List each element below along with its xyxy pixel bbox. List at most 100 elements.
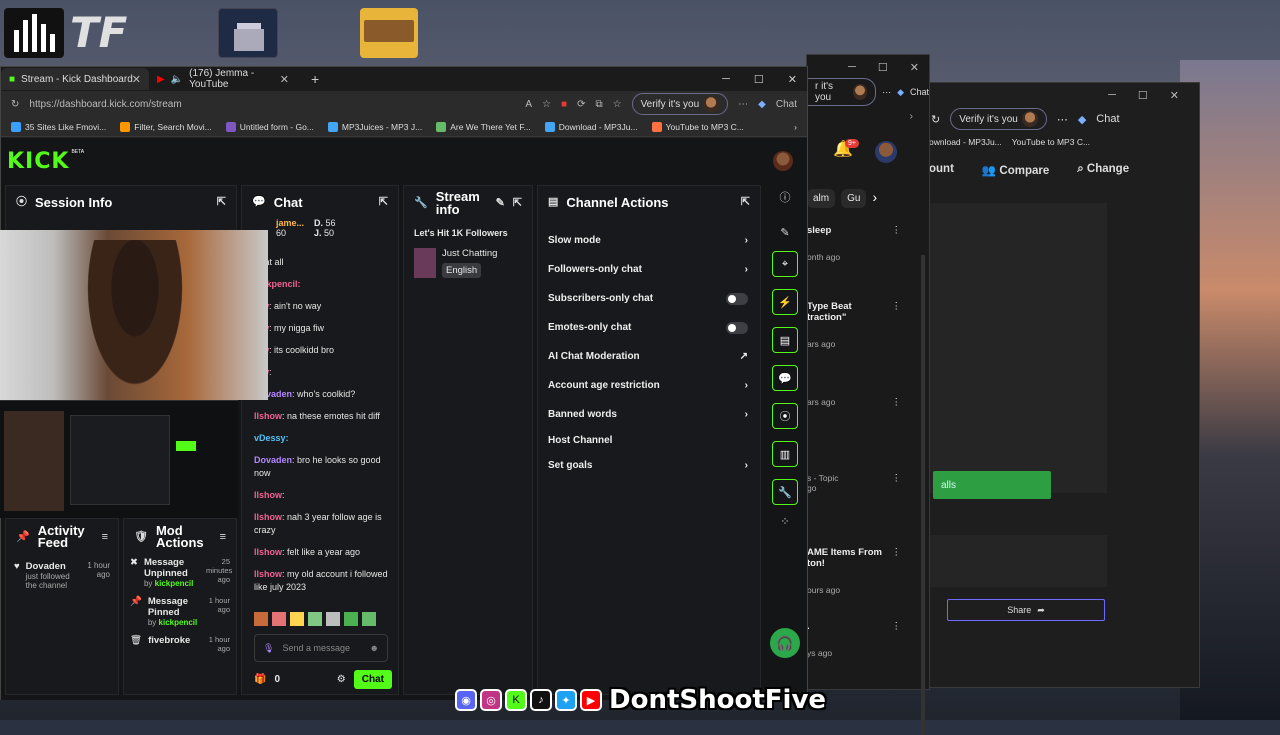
copilot-icon[interactable]: ◆ xyxy=(1078,113,1086,126)
emotes-only-toggle[interactable] xyxy=(726,321,748,334)
verify-pill[interactable]: Verify it's you xyxy=(631,93,729,115)
close-icon[interactable]: ✕ xyxy=(910,61,919,74)
popout-icon[interactable]: ⇱ xyxy=(379,196,388,208)
new-tab-icon[interactable]: + xyxy=(311,71,319,87)
pencil-icon[interactable]: ✎ xyxy=(780,228,789,239)
puzzle-icon[interactable]: ⧉ xyxy=(595,99,602,110)
tab-youtube[interactable]: ▶ 🔈 (176) Jemma - YouTube ✕ xyxy=(149,68,297,90)
video-item[interactable]: s - Topic go ⋮ xyxy=(807,473,917,547)
video-item[interactable]: AME Items From ton! ours ago ⋮ xyxy=(807,547,917,621)
emote[interactable] xyxy=(290,612,304,626)
url-field[interactable]: https://dashboard.kick.com/stream xyxy=(29,99,515,110)
emote[interactable] xyxy=(326,612,340,626)
bookmark[interactable]: Filter, Search Movi... xyxy=(120,121,212,132)
chevron-right-icon[interactable]: › xyxy=(794,122,797,132)
more-icon[interactable]: ⋯ xyxy=(882,87,891,98)
popout-icon[interactable]: ⇱ xyxy=(513,197,522,209)
more-vert-icon[interactable]: ⋮ xyxy=(892,301,902,312)
mic-icon[interactable]: 🎙 xyxy=(263,643,274,654)
verify-pill[interactable]: Verify it's you xyxy=(950,108,1047,130)
focus-mode-icon[interactable]: ⌖ xyxy=(772,251,798,277)
nav-count[interactable]: ount xyxy=(929,163,954,189)
emote[interactable] xyxy=(272,612,286,626)
share-button[interactable]: Share ➦ xyxy=(947,599,1105,621)
emote[interactable] xyxy=(308,612,322,626)
popout-icon[interactable]: ⇱ xyxy=(217,196,226,208)
verify-pill[interactable]: r it's you xyxy=(807,78,877,106)
favorite-star-icon[interactable]: ☆ xyxy=(542,99,551,110)
edit-icon[interactable]: ✎ xyxy=(496,197,505,209)
extension-icon[interactable]: ■ xyxy=(561,99,567,110)
sync-icon[interactable]: ⟳ xyxy=(577,99,585,110)
nav-compare[interactable]: 👥 Compare xyxy=(982,163,1049,189)
minimize-icon[interactable]: ─ xyxy=(722,73,730,86)
bookmark[interactable]: MP3Juices - MP3 J... xyxy=(327,121,422,132)
video-item[interactable]: . ys ago ⋮ xyxy=(807,621,917,681)
maximize-icon[interactable]: ☐ xyxy=(754,73,764,86)
copilot-icon[interactable]: ◆ xyxy=(758,99,766,110)
wrench-icon[interactable]: 🔧 xyxy=(772,479,798,505)
gift-icon[interactable]: 🎁 xyxy=(254,674,266,685)
more-vert-icon[interactable]: ⋮ xyxy=(892,547,902,558)
more-vert-icon[interactable]: ⋮ xyxy=(892,225,902,236)
layout-icon[interactable]: ▥ xyxy=(772,441,798,467)
folder-icon[interactable] xyxy=(360,8,418,58)
emoji-icon[interactable]: ☻ xyxy=(370,643,379,653)
avatar[interactable] xyxy=(875,141,897,163)
video-item[interactable]: ars ago ⋮ xyxy=(807,397,917,473)
maximize-icon[interactable]: ☐ xyxy=(1138,89,1148,102)
close-tab-icon[interactable]: ✕ xyxy=(280,73,289,86)
speaker-icon[interactable]: 🔈 xyxy=(171,74,183,85)
document-icon[interactable]: ▤ xyxy=(772,327,798,353)
green-button[interactable]: alls xyxy=(933,471,1051,499)
lightning-icon[interactable]: ⚡ xyxy=(772,289,798,315)
more-vert-icon[interactable]: ⋮ xyxy=(892,473,902,484)
more-vert-icon[interactable]: ⋮ xyxy=(892,397,902,408)
chevron-right-icon[interactable]: › xyxy=(910,111,913,122)
chevron-right-icon[interactable]: › xyxy=(872,189,877,208)
bookmark[interactable]: YouTube to MP3 C... xyxy=(1012,137,1090,147)
read-aloud-icon[interactable]: A xyxy=(525,99,532,110)
audio-app-icon[interactable] xyxy=(4,8,64,58)
building-app-icon[interactable] xyxy=(218,8,278,58)
copilot-icon[interactable]: ◆ xyxy=(897,87,904,98)
favorites-icon[interactable]: ☆ xyxy=(613,99,622,110)
bookmark[interactable]: Download - MP3Ju... xyxy=(544,121,638,132)
banned-words-item[interactable]: Banned words › xyxy=(548,400,748,429)
more-vert-icon[interactable]: ⋮ xyxy=(892,621,902,632)
set-goals-item[interactable]: Set goals › xyxy=(548,451,748,480)
send-chat-button[interactable]: Chat xyxy=(353,670,392,689)
support-icon[interactable]: 🎧 xyxy=(770,628,800,658)
minimize-icon[interactable]: ─ xyxy=(848,61,856,73)
emote[interactable] xyxy=(254,612,268,626)
followers-only-item[interactable]: Followers-only chat › xyxy=(548,255,748,284)
tf-logo-icon[interactable]: TF xyxy=(70,8,140,58)
chat-input[interactable]: 🎙 Send a message ☻ xyxy=(254,634,388,662)
chip[interactable]: Gu xyxy=(841,189,867,208)
bookmark[interactable]: ownload - MP3Ju... xyxy=(929,137,1002,147)
minimize-icon[interactable]: ─ xyxy=(1108,89,1116,101)
account-age-item[interactable]: Account age restriction › xyxy=(548,371,748,400)
emote[interactable] xyxy=(362,612,376,626)
bookmark[interactable]: Untitled form - Go... xyxy=(225,121,314,132)
emote[interactable] xyxy=(344,612,358,626)
refresh-icon[interactable]: ↻ xyxy=(11,99,19,110)
bookmark[interactable]: Are We There Yet F... xyxy=(436,121,531,132)
close-window-icon[interactable]: ✕ xyxy=(788,73,797,86)
maximize-icon[interactable]: ☐ xyxy=(878,61,888,74)
tab-kick-dashboard[interactable]: ■ Stream - Kick Dashboard ✕ xyxy=(1,68,149,90)
chat-label[interactable]: Chat xyxy=(910,87,929,97)
bookmark[interactable]: 35 Sites Like Fmovi... xyxy=(11,121,106,132)
refresh-icon[interactable]: ↻ xyxy=(931,113,940,126)
close-tab-icon[interactable]: ✕ xyxy=(132,73,141,86)
chat-label[interactable]: Chat xyxy=(1096,113,1119,125)
popout-icon[interactable]: ⇱ xyxy=(741,196,750,208)
bookmark[interactable]: YouTube to MP3 C... xyxy=(651,121,744,132)
host-channel-item[interactable]: Host Channel xyxy=(548,429,748,451)
chip[interactable]: alm xyxy=(807,189,836,208)
kick-logo[interactable]: KICK xyxy=(7,149,69,174)
nav-change[interactable]: ⌕ Change xyxy=(1077,163,1129,189)
filter-icon[interactable]: ≡ xyxy=(220,531,226,543)
video-item[interactable]: sleep onth ago ⋮ xyxy=(807,225,917,301)
chat-label[interactable]: Chat xyxy=(776,99,797,110)
